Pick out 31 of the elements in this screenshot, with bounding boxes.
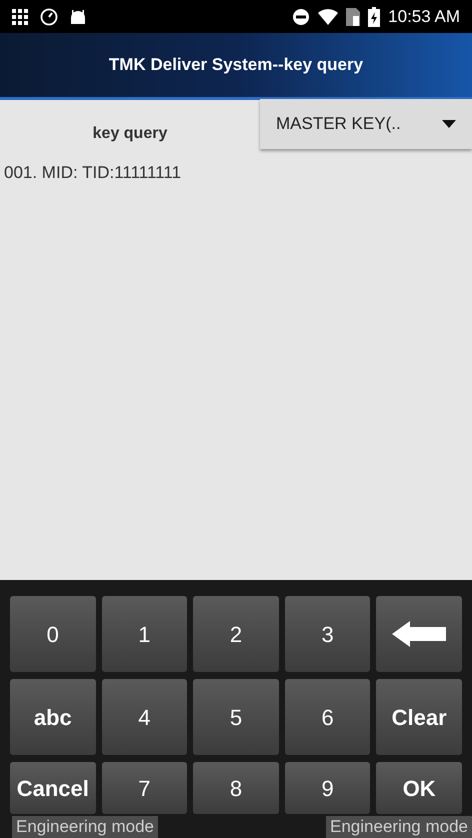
- wifi-icon: [318, 8, 338, 26]
- key[interactable]: 1: [102, 596, 188, 672]
- clock: 10:53 AM: [388, 6, 460, 28]
- android-icon: [70, 8, 86, 24]
- backspace-key[interactable]: [376, 596, 462, 672]
- key[interactable]: abc: [10, 679, 96, 755]
- battery-charging-icon: [368, 6, 380, 26]
- engineering-mode-label: Engineering mode: [326, 816, 472, 838]
- query-label: key query: [92, 124, 168, 144]
- key[interactable]: 2: [193, 596, 279, 672]
- key-type-dropdown[interactable]: MASTER KEY(..: [260, 99, 472, 149]
- grid-icon: [12, 8, 28, 24]
- key[interactable]: 5: [193, 679, 279, 755]
- key[interactable]: 3: [284, 596, 370, 672]
- key[interactable]: 6: [284, 679, 370, 755]
- key[interactable]: 4: [102, 679, 188, 755]
- engineering-mode-label: Engineering mode: [12, 816, 158, 838]
- key[interactable]: 9: [284, 762, 370, 814]
- key[interactable]: 0: [10, 596, 96, 672]
- key[interactable]: 8: [193, 762, 279, 814]
- key[interactable]: Cancel: [10, 762, 96, 814]
- key[interactable]: Clear: [376, 679, 462, 755]
- caret-icon: [442, 120, 456, 128]
- gauge-icon: [40, 8, 58, 26]
- header-title: TMK Deliver System--key query: [108, 54, 364, 76]
- key[interactable]: OK: [376, 762, 462, 814]
- sim-icon: [346, 8, 360, 26]
- backspace-icon: [392, 621, 446, 647]
- key[interactable]: 7: [102, 762, 188, 814]
- do-not-disturb-icon: [292, 8, 310, 26]
- result-row-text: 001. MID: TID:11111111: [3, 162, 182, 184]
